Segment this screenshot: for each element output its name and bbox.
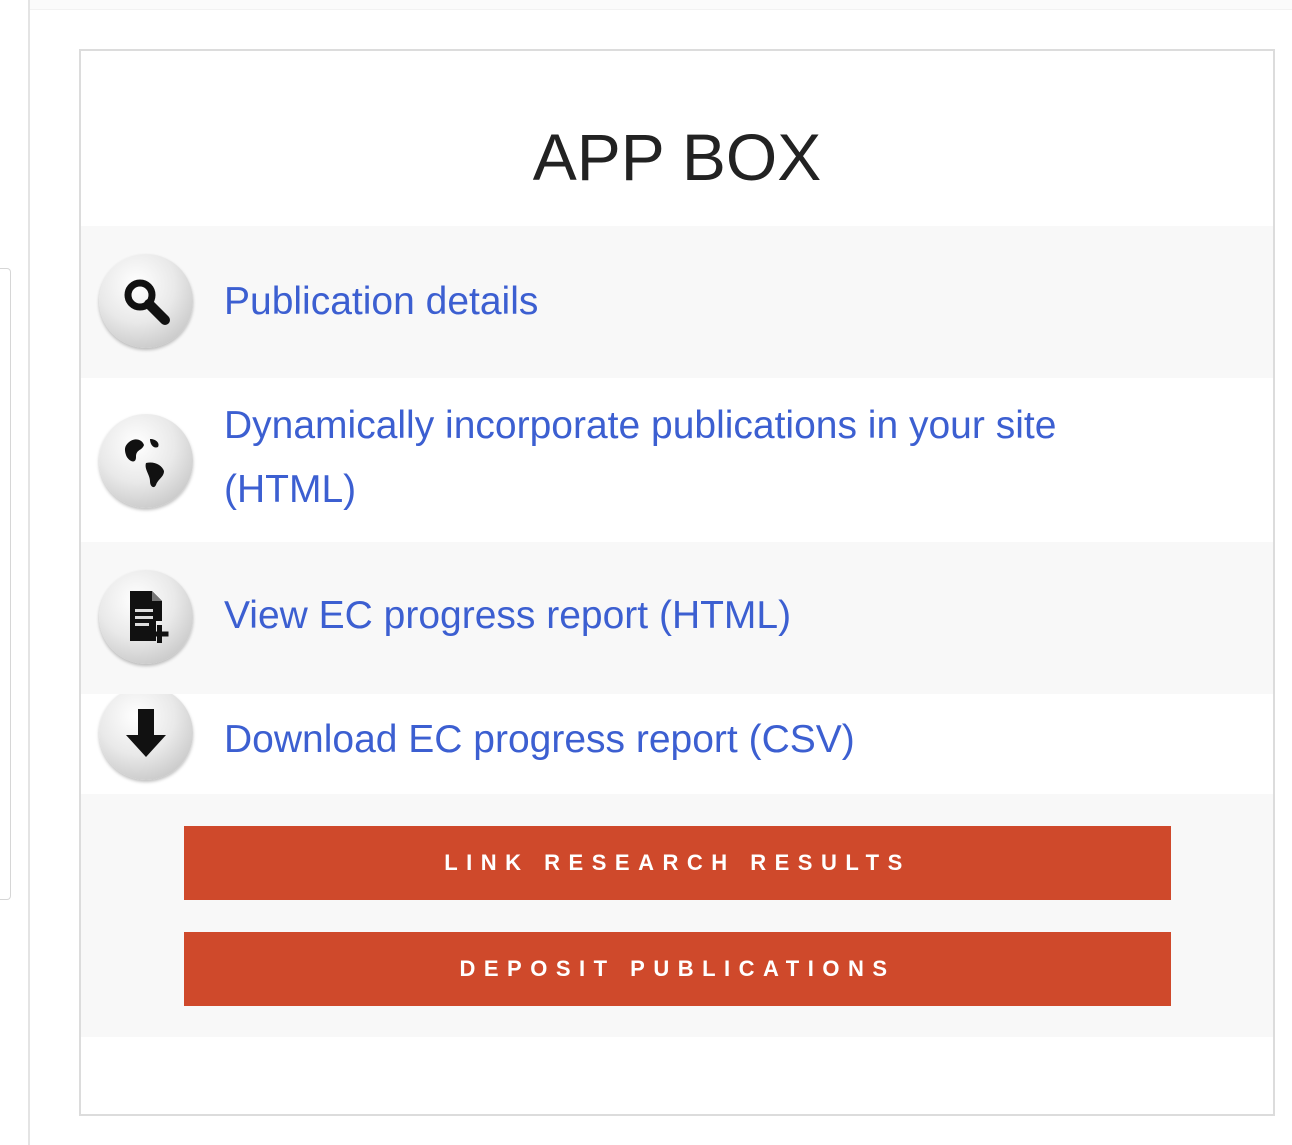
app-box-title: APP BOX <box>532 120 822 194</box>
publication-details-link[interactable]: Publication details <box>224 270 538 334</box>
incorporate-publications-line2: (HTML) <box>224 468 357 511</box>
deposit-publications-button[interactable]: DEPOSIT PUBLICATIONS <box>184 932 1171 1006</box>
download-arrow-icon <box>99 694 193 780</box>
app-item-view-ec-report[interactable]: View EC progress report (HTML) <box>81 542 1273 694</box>
view-ec-report-link[interactable]: View EC progress report (HTML) <box>224 584 791 648</box>
globe-icon <box>99 414 193 508</box>
side-panel-edge <box>0 268 11 900</box>
top-strip <box>30 0 1292 10</box>
incorporate-publications-line1: Dynamically incorporate publications in … <box>224 404 1057 447</box>
app-item-publication-details[interactable]: Publication details <box>81 226 1273 378</box>
app-item-download-ec-report[interactable]: Download EC progress report (CSV) <box>81 694 1273 794</box>
page: APP BOX Publication details Dynamically … <box>0 0 1292 1145</box>
document-add-icon <box>99 570 193 664</box>
search-icon <box>99 254 193 348</box>
download-ec-report-link[interactable]: Download EC progress report (CSV) <box>224 708 855 772</box>
incorporate-publications-link[interactable]: Dynamically incorporate publications in … <box>224 394 1056 522</box>
app-item-incorporate-publications[interactable]: Dynamically incorporate publications in … <box>81 378 1273 542</box>
link-research-results-button[interactable]: LINK RESEARCH RESULTS <box>184 826 1171 900</box>
left-divider <box>28 0 30 1145</box>
